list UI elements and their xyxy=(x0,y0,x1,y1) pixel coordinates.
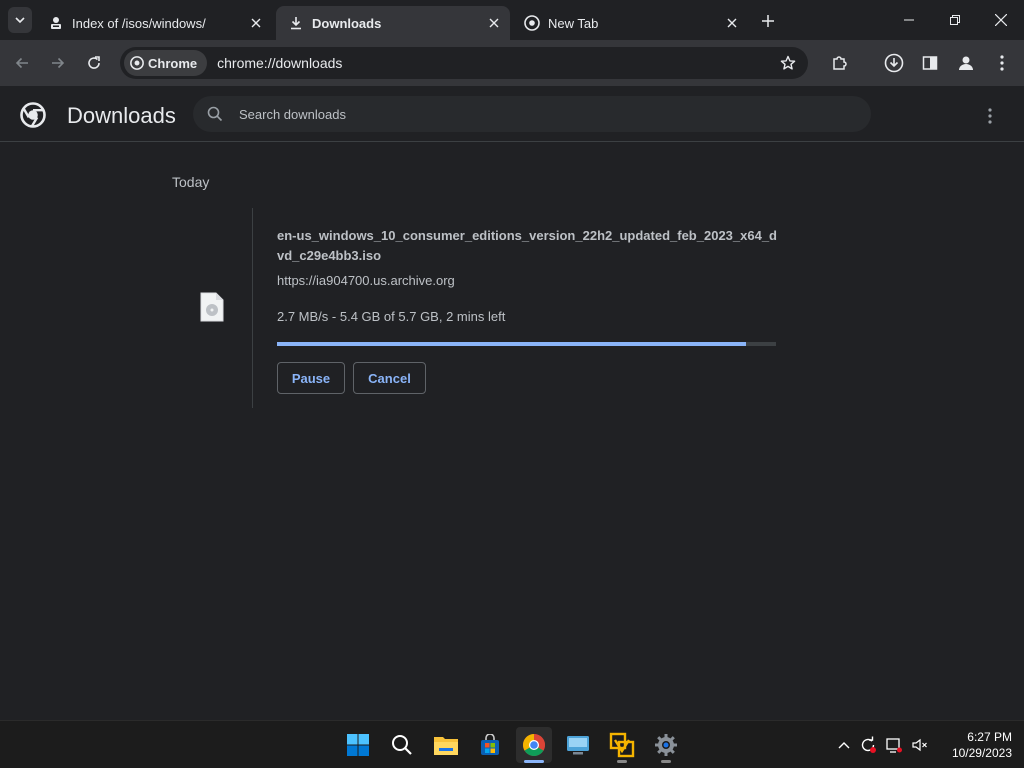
vmware-icon xyxy=(609,732,635,758)
tab-search-button[interactable] xyxy=(8,7,32,33)
title-bar: Index of /isos/windows/ Downloads New Ta… xyxy=(0,0,1024,40)
reload-button[interactable] xyxy=(82,51,106,75)
tab-downloads[interactable]: Downloads xyxy=(276,6,510,40)
download-item: en-us_windows_10_consumer_editions_versi… xyxy=(172,208,777,408)
running-indicator xyxy=(661,760,671,763)
clock-time: 6:27 PM xyxy=(967,730,1012,744)
download-progress-fill xyxy=(277,342,747,346)
address-bar[interactable]: Chrome chrome://downloads xyxy=(120,47,808,79)
remote-desktop-button[interactable] xyxy=(560,727,596,763)
forward-button[interactable] xyxy=(46,51,70,75)
close-window-button[interactable] xyxy=(978,0,1024,40)
more-vert-icon xyxy=(988,108,992,124)
taskbar-search-button[interactable] xyxy=(384,727,420,763)
extensions-button[interactable] xyxy=(828,51,852,75)
profile-button[interactable] xyxy=(954,51,978,75)
system-clock[interactable]: 6:27 PM 10/29/2023 xyxy=(938,729,1012,761)
minimize-button[interactable] xyxy=(886,0,932,40)
tab-label: New Tab xyxy=(548,15,599,31)
start-button[interactable] xyxy=(340,727,376,763)
downloads-button[interactable] xyxy=(882,51,906,75)
close-tab-icon[interactable] xyxy=(722,13,742,33)
plus-icon xyxy=(762,15,774,27)
chevron-down-icon xyxy=(15,17,25,24)
windows-taskbar: 6:27 PM 10/29/2023 xyxy=(0,720,1024,768)
bookmark-button[interactable] xyxy=(778,53,798,73)
downloads-menu-button[interactable] xyxy=(978,104,1002,128)
chip-label: Chrome xyxy=(148,55,198,71)
archive-icon xyxy=(48,15,64,31)
site-info-chip[interactable]: Chrome xyxy=(124,50,208,76)
clock-date: 10/29/2023 xyxy=(951,746,1012,760)
vmware-button[interactable] xyxy=(604,727,640,763)
download-filename-link[interactable]: en-us_windows_10_consumer_editions_versi… xyxy=(277,226,777,266)
show-hidden-icons-button[interactable] xyxy=(834,735,854,755)
iso-file-icon xyxy=(200,292,224,322)
download-icon xyxy=(288,15,304,31)
more-vert-icon xyxy=(1000,55,1004,71)
chrome-menu-button[interactable] xyxy=(990,51,1014,75)
back-button[interactable] xyxy=(10,51,34,75)
tab-index-of-isos[interactable]: Index of /isos/windows/ xyxy=(36,6,272,40)
forward-arrow-icon xyxy=(52,57,65,69)
url-text[interactable]: chrome://downloads xyxy=(217,55,342,71)
chrome-icon xyxy=(524,15,540,31)
page-title: Downloads xyxy=(67,103,176,128)
settings-icon xyxy=(655,734,677,756)
volume-muted-icon[interactable] xyxy=(910,735,930,755)
browser-toolbar: Chrome chrome://downloads xyxy=(0,40,1024,112)
file-explorer-button[interactable] xyxy=(428,727,464,763)
search-downloads-box[interactable] xyxy=(193,96,871,132)
tab-new-tab[interactable]: New Tab xyxy=(512,6,748,40)
downloads-header: Downloads xyxy=(0,86,1024,142)
microsoft-store-button[interactable] xyxy=(472,727,508,763)
cancel-button[interactable]: Cancel xyxy=(353,362,426,394)
profile-icon xyxy=(959,56,973,70)
item-divider xyxy=(252,208,253,408)
chrome-logo-icon xyxy=(20,102,46,128)
download-status-text: 2.7 MB/s - 5.4 GB of 5.7 GB, 2 mins left xyxy=(277,309,506,324)
active-indicator xyxy=(524,760,544,763)
pause-button[interactable]: Pause xyxy=(277,362,345,394)
restore-button[interactable] xyxy=(932,0,978,40)
minimize-icon xyxy=(904,19,914,21)
sync-icon xyxy=(861,736,876,753)
download-source-link[interactable]: https://ia904700.us.archive.org xyxy=(277,273,455,288)
chrome-icon xyxy=(523,734,545,756)
search-icon xyxy=(392,735,412,755)
new-tab-button[interactable] xyxy=(756,9,780,33)
chrome-taskbar-button[interactable] xyxy=(516,727,552,763)
reload-icon xyxy=(88,56,100,69)
restore-icon xyxy=(950,15,960,25)
download-circle-icon xyxy=(884,53,904,73)
display-icon xyxy=(886,738,902,753)
sync-status-icon[interactable] xyxy=(858,735,878,755)
download-progress-bar xyxy=(277,342,776,346)
file-explorer-icon xyxy=(434,737,458,755)
settings-button[interactable] xyxy=(648,727,684,763)
chrome-icon xyxy=(130,56,144,70)
date-group-label: Today xyxy=(172,174,210,190)
side-panel-button[interactable] xyxy=(918,51,942,75)
speaker-muted-icon xyxy=(912,738,927,752)
chevron-up-icon xyxy=(838,742,850,749)
side-panel-icon xyxy=(922,56,938,70)
search-icon xyxy=(207,106,223,122)
microsoft-store-icon xyxy=(481,734,499,755)
close-tab-icon[interactable] xyxy=(246,13,266,33)
close-icon xyxy=(995,14,1007,26)
back-arrow-icon xyxy=(15,57,28,69)
search-downloads-input[interactable] xyxy=(239,106,839,122)
tab-label: Index of /isos/windows/ xyxy=(72,15,206,31)
star-icon xyxy=(780,55,796,70)
start-icon xyxy=(347,734,369,756)
tab-label: Downloads xyxy=(312,15,382,31)
remote-desktop-icon xyxy=(567,736,589,755)
puzzle-icon xyxy=(833,56,847,70)
device-status-icon[interactable] xyxy=(884,735,904,755)
close-tab-icon[interactable] xyxy=(484,13,504,33)
running-indicator xyxy=(617,760,627,763)
